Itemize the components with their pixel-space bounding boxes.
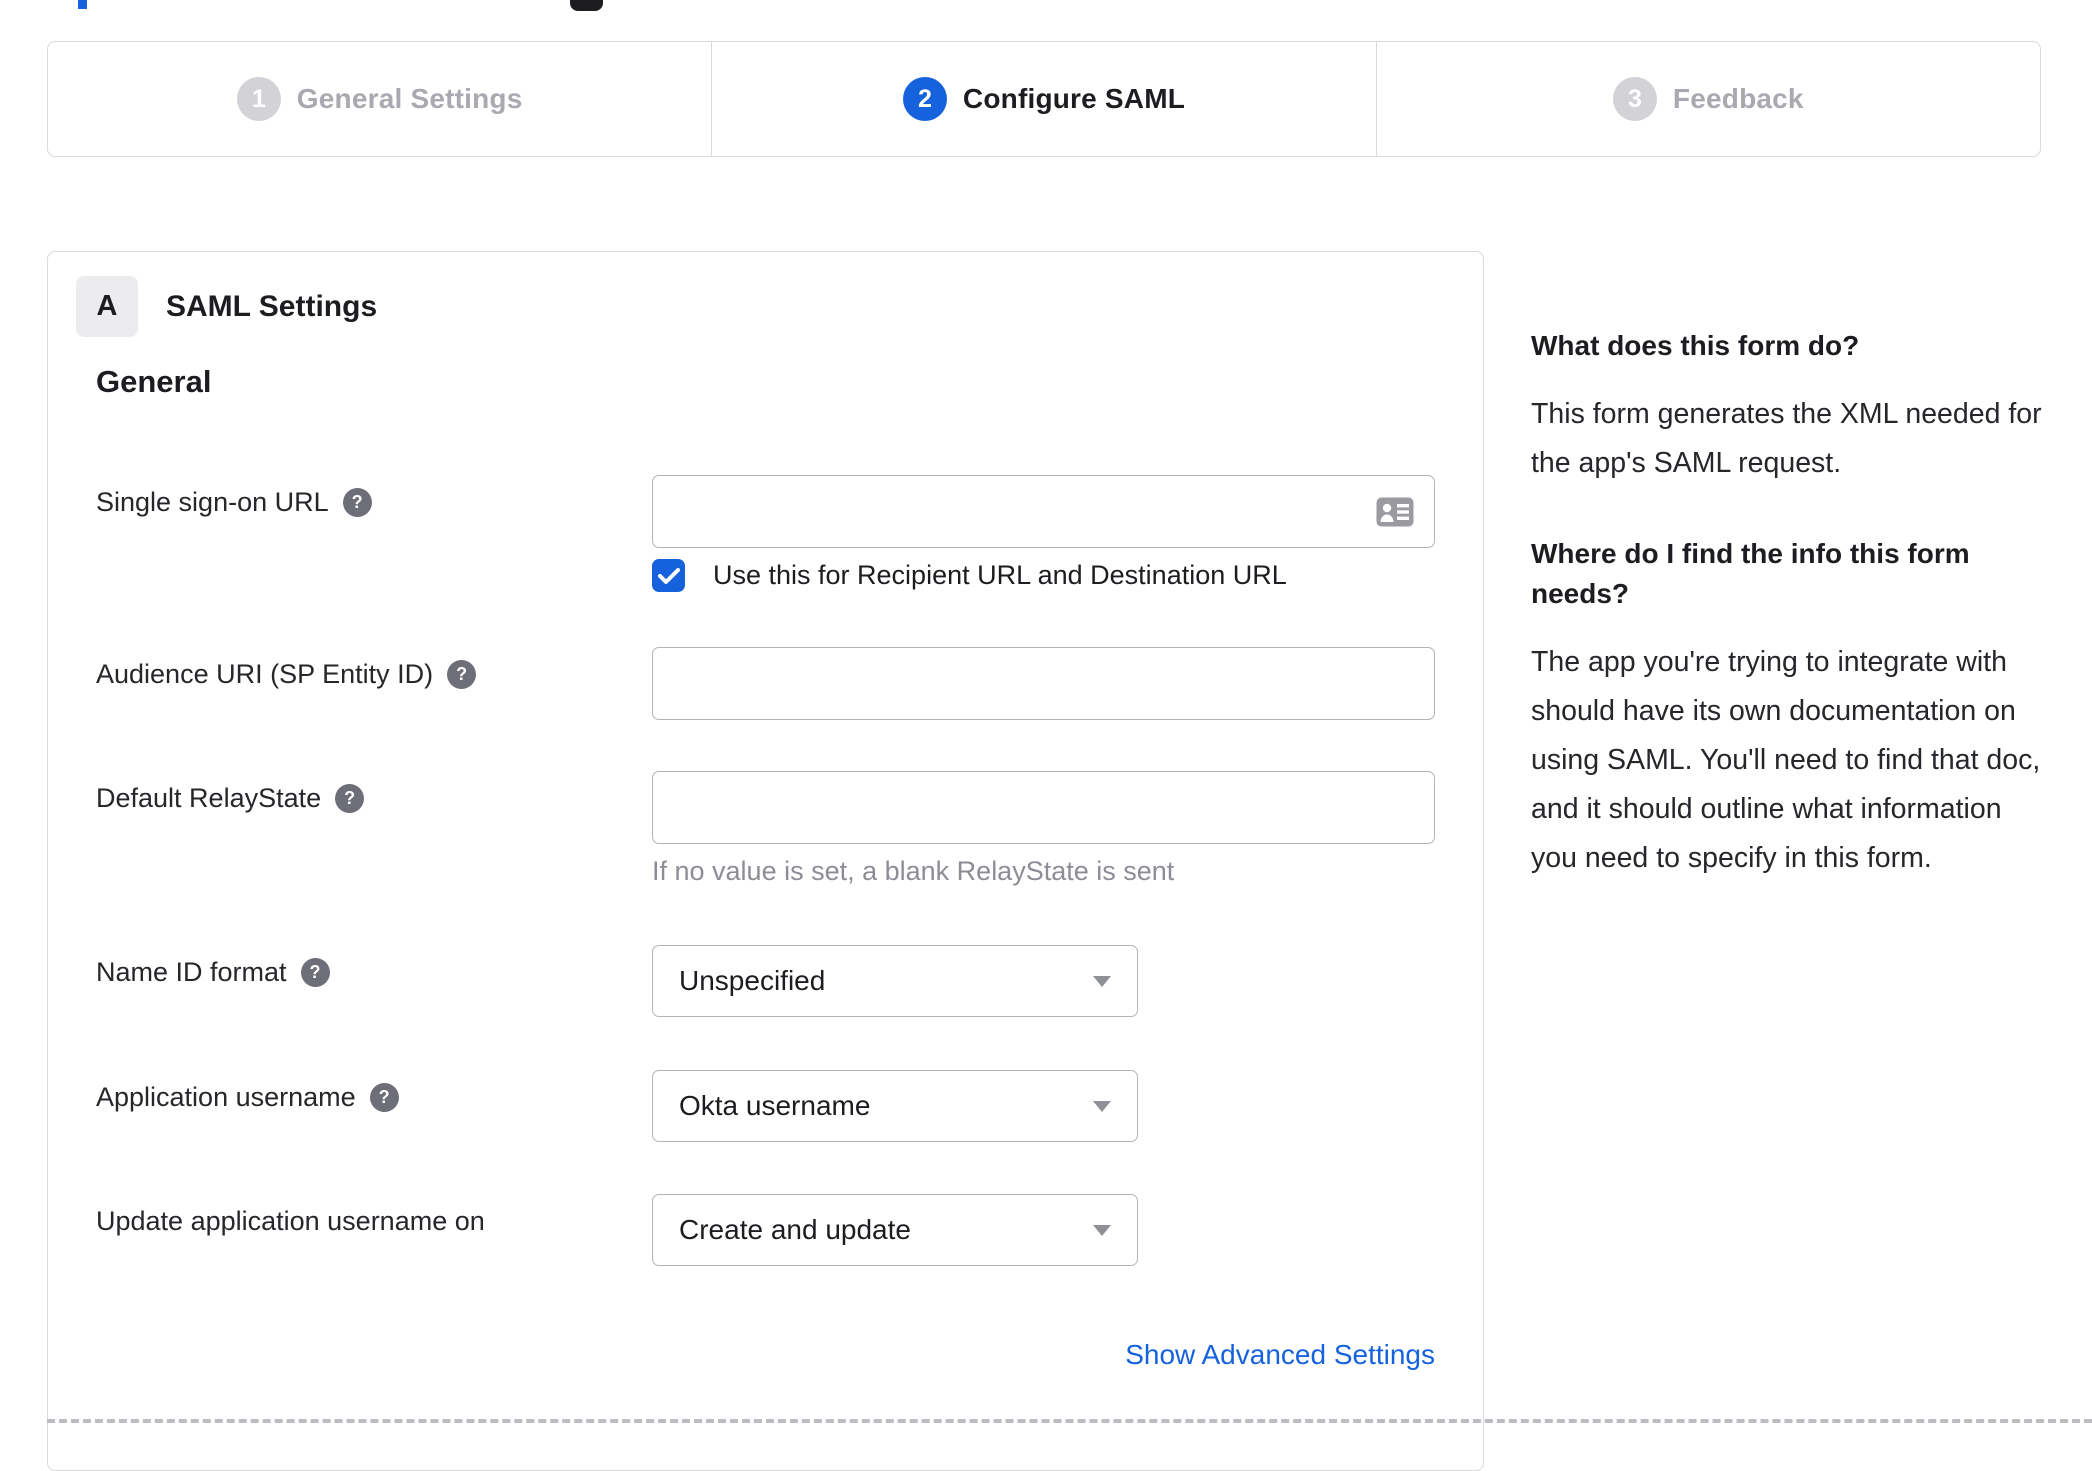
name-id-format-select[interactable]: Unspecified (652, 945, 1138, 1017)
audience-uri-help-icon[interactable]: ? (447, 659, 477, 689)
cut-off-header-logo-fragment (570, 0, 603, 11)
caret-down-icon (1093, 1224, 1111, 1236)
sso-url-help-icon[interactable]: ? (342, 487, 372, 517)
recipient-url-checkbox-label: Use this for Recipient URL and Destinati… (713, 560, 1287, 590)
audience-uri-label: Audience URI (SP Entity ID) ? (96, 647, 652, 691)
step-3-number-badge: 3 (1612, 77, 1657, 121)
help-sidebar: What does this form do? This form genera… (1531, 326, 2043, 929)
step-configure-saml[interactable]: 2 Configure SAML (712, 42, 1377, 156)
show-advanced-settings-link[interactable]: Show Advanced Settings (96, 1339, 1435, 1371)
caret-down-icon (1093, 975, 1111, 987)
step-feedback[interactable]: 3 Feedback (1377, 42, 2040, 156)
section-a-badge: A (76, 276, 138, 337)
caret-down-icon (1093, 1100, 1111, 1112)
relay-state-input[interactable] (652, 771, 1435, 844)
sso-url-input[interactable] (652, 475, 1435, 548)
update-username-label: Update application username on (96, 1206, 485, 1236)
step-1-label: General Settings (296, 83, 523, 114)
relay-state-label: Default RelayState ? (96, 771, 652, 815)
step-2-number-badge: 2 (902, 77, 947, 121)
step-general-settings[interactable]: 1 General Settings (48, 42, 713, 156)
audience-uri-row: Audience URI (SP Entity ID) ? (96, 647, 1435, 720)
application-username-row: Application username ? Okta username (96, 1070, 1138, 1142)
cut-off-header-blue-mark (78, 0, 87, 9)
help-heading-1: What does this form do? (1531, 330, 1860, 361)
wizard-stepper: 1 General Settings 2 Configure SAML 3 Fe… (47, 41, 2041, 157)
relay-state-hint: If no value is set, a blank RelayState i… (652, 856, 1175, 886)
saml-settings-panel: A SAML Settings General Single sign-on U… (47, 251, 1484, 1471)
recipient-url-checkbox-row: Use this for Recipient URL and Destinati… (652, 559, 1287, 592)
audience-uri-input[interactable] (652, 647, 1435, 720)
update-username-select[interactable]: Create and update (652, 1194, 1138, 1266)
name-id-format-label: Name ID format ? (96, 945, 652, 989)
relay-state-help-icon[interactable]: ? (335, 783, 365, 813)
step-3-label: Feedback (1672, 83, 1804, 114)
sso-url-row: Single sign-on URL ? (96, 475, 1435, 548)
name-id-format-help-icon[interactable]: ? (300, 957, 330, 987)
checkmark-icon (657, 567, 680, 584)
general-section-heading: General (96, 364, 212, 399)
relay-state-row: Default RelayState ? (96, 771, 1435, 844)
sso-url-label: Single sign-on URL ? (96, 475, 652, 519)
help-body-2: The app you're trying to integrate with … (1531, 646, 2041, 874)
panel-title: SAML Settings (166, 289, 378, 323)
contact-card-icon[interactable] (1375, 496, 1415, 528)
name-id-format-row: Name ID format ? Unspecified (96, 945, 1138, 1017)
application-username-help-icon[interactable]: ? (369, 1082, 399, 1112)
step-2-label: Configure SAML (962, 83, 1186, 114)
section-divider-dashed (47, 1419, 2092, 1423)
step-1-number-badge: 1 (236, 77, 281, 121)
help-body-1: This form generates the XML needed for t… (1531, 398, 2042, 479)
application-username-select[interactable]: Okta username (652, 1070, 1138, 1142)
application-username-label: Application username ? (96, 1070, 652, 1114)
help-heading-2: Where do I find the info this form needs… (1531, 538, 1970, 609)
update-username-row: Update application username on Create an… (96, 1194, 1138, 1266)
use-this-for-recipient-url-checkbox[interactable] (652, 559, 685, 592)
